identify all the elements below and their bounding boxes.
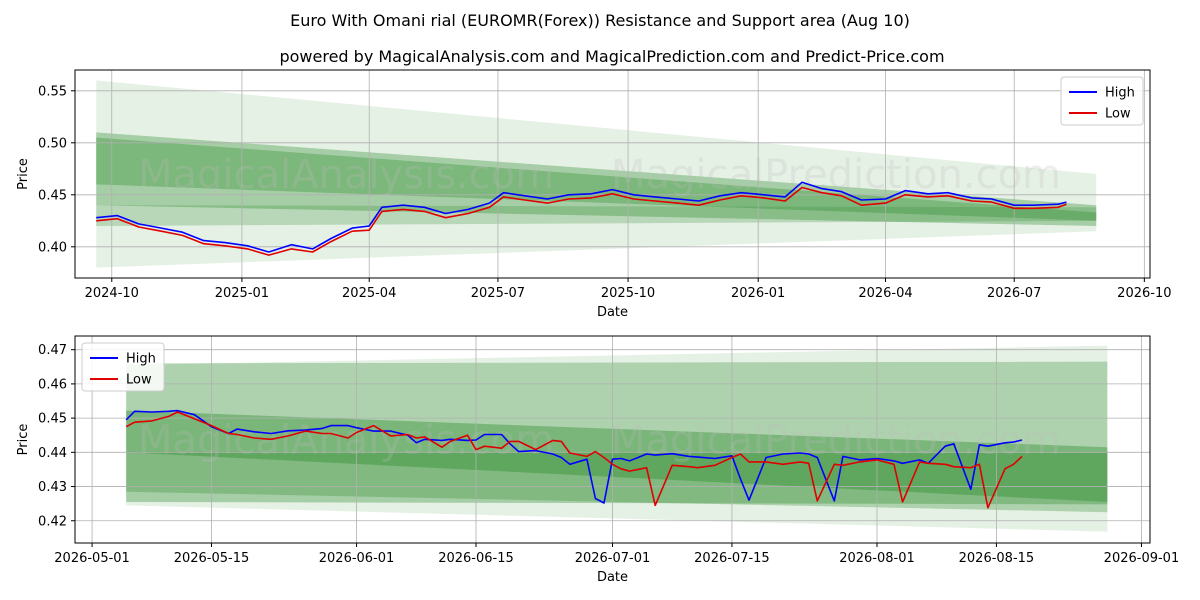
c0-y-tick-label: 0.55	[38, 84, 67, 99]
c0-y-tick-label: 0.40	[38, 240, 67, 255]
figure: Euro With Omani rial (EUROMR(Forex)) Res…	[16, 11, 1180, 585]
chart-subtitle: powered by MagicalAnalysis.com and Magic…	[279, 47, 944, 66]
c1-y-tick-label: 0.45	[38, 412, 67, 427]
c0-y-axis-label: Price	[16, 158, 31, 190]
c0-watermark: MagicalAnalysis.com	[138, 152, 554, 198]
c1-plot-area: MagicalAnalysis.com MagicalPrediction.com	[75, 336, 1150, 543]
c1-y-tick-label: 0.42	[38, 514, 67, 529]
top-chart-panel: MagicalAnalysis.com MagicalPrediction.com…	[16, 69, 1172, 320]
c0-y-tick-label: 0.45	[38, 188, 67, 203]
c1-x-axis-label: Date	[597, 570, 628, 585]
c1-y-tick-label: 0.47	[38, 343, 67, 358]
c1-x-tick-label: 2026-09-01	[1104, 551, 1180, 566]
chart-title: Euro With Omani rial (EUROMR(Forex)) Res…	[290, 11, 910, 30]
c0-x-tick-label: 2026-10	[1117, 286, 1171, 301]
c1-x-tick-label: 2026-06-01	[319, 551, 395, 566]
c0-legend: High Low	[1060, 76, 1144, 126]
c0-legend-label-high: High	[1105, 86, 1135, 101]
c1-x-tick-label: 2026-05-15	[174, 551, 250, 566]
c1-y-tick-label: 0.43	[38, 480, 67, 495]
c1-x-tick-label: 2026-07-01	[575, 551, 651, 566]
c0-x-tick-label: 2025-07	[471, 286, 525, 301]
c1-x-tick-label: 2026-05-01	[54, 551, 130, 566]
c1-legend-label-low: Low	[126, 373, 152, 388]
c0-y-tick-label: 0.50	[38, 136, 67, 151]
c0-x-axis-label: Date	[597, 305, 628, 320]
c0-x-tick-label: 2026-07	[987, 286, 1041, 301]
c1-legend-box	[81, 342, 165, 392]
c1-watermark: MagicalPrediction.com	[611, 418, 1061, 464]
c0-x-tick-label: 2026-04	[858, 286, 912, 301]
c1-x-tick-label: 2026-08-15	[959, 551, 1035, 566]
c1-x-tick-label: 2026-08-01	[839, 551, 915, 566]
c0-legend-box	[1060, 76, 1144, 126]
c0-x-tick-label: 2024-10	[85, 286, 139, 301]
c0-legend-label-low: Low	[1105, 107, 1131, 122]
c1-legend: High Low	[81, 342, 165, 392]
c0-x-tick-label: 2026-01	[731, 286, 785, 301]
c0-x-tick-label: 2025-01	[215, 286, 269, 301]
c1-legend-label-high: High	[126, 352, 156, 367]
c1-watermark: MagicalAnalysis.com	[138, 418, 554, 464]
c1-x-tick-label: 2026-07-15	[694, 551, 770, 566]
c1-y-tick-label: 0.44	[38, 446, 67, 461]
c0-plot-area: MagicalAnalysis.com MagicalPrediction.com	[75, 70, 1150, 278]
c1-y-axis-label: Price	[16, 424, 31, 456]
c0-x-tick-label: 2025-10	[601, 286, 655, 301]
bottom-chart-panel: MagicalAnalysis.com MagicalPrediction.com…	[16, 335, 1180, 585]
c0-x-tick-label: 2025-04	[342, 286, 396, 301]
c1-x-tick-label: 2026-06-15	[438, 551, 514, 566]
c1-y-tick-label: 0.46	[38, 377, 67, 392]
